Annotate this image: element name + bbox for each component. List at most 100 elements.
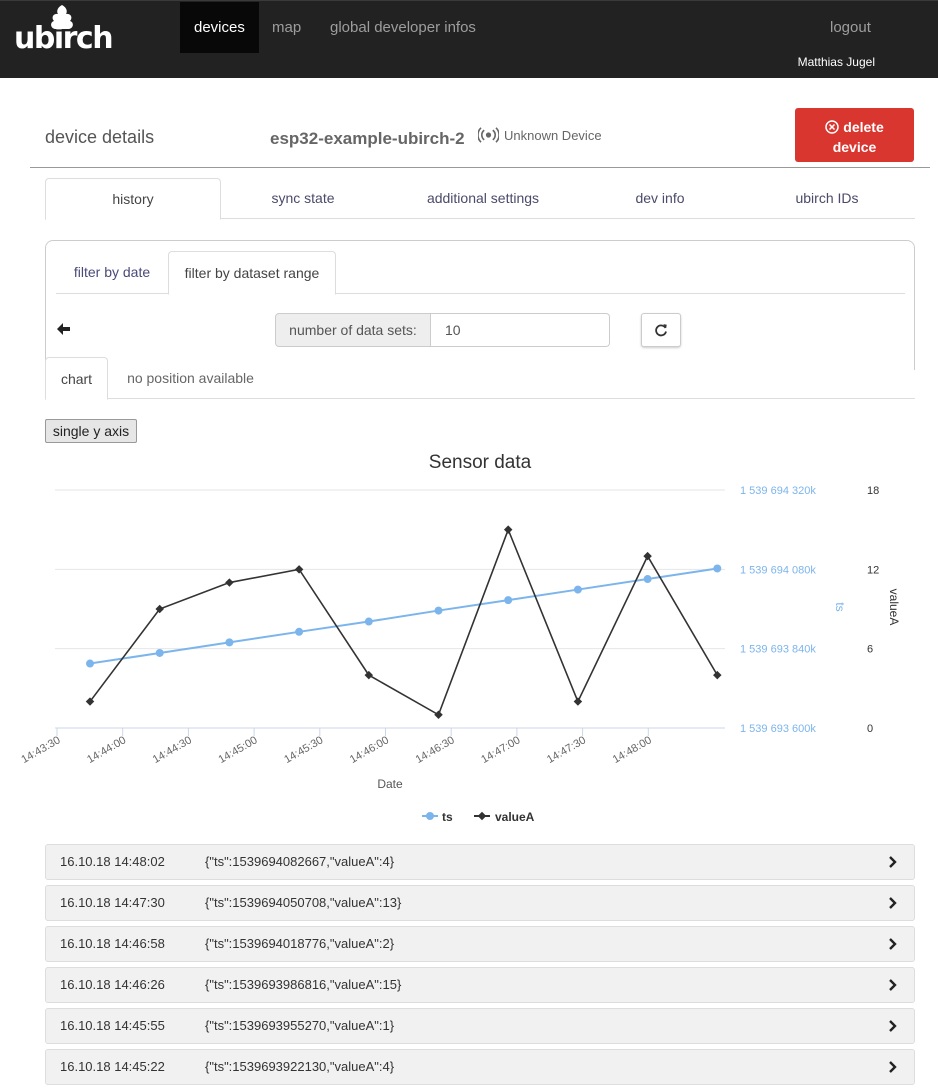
point-valuea xyxy=(573,697,583,706)
record-row[interactable]: 16.10.18 14:45:22 {"ts":1539693922130,"va… xyxy=(45,1049,915,1085)
record-date: 16.10.18 14:46:58 xyxy=(60,936,165,951)
nav-map[interactable]: map xyxy=(258,2,315,53)
sensor-data-chart: Sensor data 0014:43:3014:44:0014:44:3014… xyxy=(19,452,901,824)
point-ts xyxy=(434,606,443,615)
ubirch-logo[interactable]: ubirch xyxy=(14,5,114,57)
tab-additional-settings[interactable]: additional settings xyxy=(411,178,555,219)
chart-series xyxy=(85,525,722,720)
point-valuea xyxy=(713,670,722,680)
dataset-count-label: number of data sets: xyxy=(275,313,431,347)
y-axes: 1 539 693 600k 1 539 693 840k 1 539 694 08… xyxy=(740,485,879,735)
dataset-count-input[interactable]: 10 xyxy=(431,313,610,347)
point-ts xyxy=(573,585,582,594)
record-date: 16.10.18 14:46:26 xyxy=(60,977,165,992)
point-valuea xyxy=(364,670,374,680)
filter-tabs: filter by date filter by dataset range xyxy=(56,251,905,295)
x-tick-label: 14:47:30 xyxy=(545,734,588,766)
y-tick-label-ts: 1 539 694 080k xyxy=(740,564,816,576)
tab-dev-info[interactable]: dev info xyxy=(605,178,715,219)
user-name: Matthias Jugel xyxy=(797,55,875,69)
tab-history[interactable]: history xyxy=(45,178,221,220)
y-tick-label-valuea: 12 xyxy=(867,564,879,576)
y-tick-label-valuea: 18 xyxy=(867,485,879,497)
record-json: {"ts":1539694050708,"valueA":13} xyxy=(205,895,402,910)
legend-item-ts[interactable]: ts xyxy=(422,810,453,824)
tab-no-position-available[interactable]: no position available xyxy=(116,357,265,399)
chart-legend[interactable]: ts valueA xyxy=(422,810,535,824)
x-tick-label: 14:46:30 xyxy=(414,734,457,766)
y-tick-label-ts: 1 539 693 840k xyxy=(740,644,816,656)
tab-ubirch-ids[interactable]: ubirch IDs xyxy=(765,178,889,219)
device-type: Unknown Device xyxy=(478,127,602,143)
point-ts xyxy=(643,575,652,584)
legend-marker-valuea xyxy=(477,811,487,821)
main-tabs: history sync state additional settings d… xyxy=(45,178,915,220)
tab-sync-state[interactable]: sync state xyxy=(245,178,361,219)
nav-devices[interactable]: devices xyxy=(180,2,259,53)
device-type-label: Unknown Device xyxy=(504,127,602,143)
refresh-button[interactable] xyxy=(641,313,681,347)
record-row[interactable]: 16.10.18 14:46:26 {"ts":1539693986816,"va… xyxy=(45,967,915,1003)
chevron-right-icon xyxy=(889,1061,897,1073)
header-divider xyxy=(30,167,930,168)
legend-label-valuea: valueA xyxy=(495,810,535,824)
x-tick-label: 14:46:00 xyxy=(348,734,391,766)
y-tick-label-ts: 1 539 693 600k xyxy=(740,723,816,735)
chevron-right-icon xyxy=(889,897,897,909)
x-tick-label: 14:45:30 xyxy=(282,734,325,766)
legend-item-valuea[interactable]: valueA xyxy=(474,810,535,824)
point-ts xyxy=(364,617,373,626)
record-json: {"ts":1539694018776,"valueA":2} xyxy=(205,936,395,951)
record-row[interactable]: 16.10.18 14:47:30 {"ts":1539694050708,"va… xyxy=(45,885,915,921)
series-line-ts xyxy=(89,567,718,665)
tab-filter-by-date[interactable]: filter by date xyxy=(56,251,168,294)
x-tick-label: 14:44:00 xyxy=(85,734,128,766)
y-tick-label-valuea: 0 xyxy=(867,723,873,735)
delete-device-button[interactable]: delete device xyxy=(795,108,914,162)
x-tick-label: 14:44:30 xyxy=(151,734,194,766)
tab-chart[interactable]: chart xyxy=(45,357,108,400)
broadcast-icon xyxy=(478,127,499,143)
device-name: esp32-example-ubirch-2 xyxy=(270,129,465,148)
x-tick-label: 14:48:00 xyxy=(611,734,654,766)
x-tick-label: 14:47:00 xyxy=(479,734,522,766)
point-ts xyxy=(295,627,304,636)
arrow-left-icon[interactable] xyxy=(55,320,73,338)
single-y-axis-button[interactable]: single y axis xyxy=(45,419,137,443)
record-date: 16.10.18 14:45:55 xyxy=(60,1018,165,1033)
point-ts xyxy=(713,564,722,573)
refresh-icon xyxy=(655,324,667,337)
record-json: {"ts":1539693986816,"valueA":15} xyxy=(205,977,402,992)
chevron-right-icon xyxy=(889,856,897,868)
point-valuea xyxy=(643,551,652,561)
y-axis-title-valuea: valueA xyxy=(887,589,901,626)
chevron-right-icon xyxy=(889,979,897,991)
page-title: device details xyxy=(45,127,155,147)
top-navbar: ubirch devices map global developer info… xyxy=(0,0,938,78)
chart-title: Sensor data xyxy=(429,452,532,473)
x-axis-title: Date xyxy=(377,777,403,791)
tab-filter-by-dataset-range[interactable]: filter by dataset range xyxy=(168,251,336,295)
chart-tabs: chart no position available xyxy=(45,357,915,400)
y-axis-title-ts: ts xyxy=(833,602,847,611)
chevron-right-icon xyxy=(889,938,897,950)
delete-label-line1: delete xyxy=(843,119,884,135)
record-json: {"ts":1539693955270,"valueA":1} xyxy=(205,1018,395,1033)
record-row[interactable]: 16.10.18 14:48:02 {"ts":1539694082667,"va… xyxy=(45,844,915,880)
record-date: 16.10.18 14:47:30 xyxy=(60,895,165,910)
filter-panel: filter by date filter by dataset range xyxy=(45,240,915,370)
point-ts xyxy=(504,596,513,605)
point-valuea xyxy=(294,565,304,574)
record-date: 16.10.18 14:45:22 xyxy=(60,1059,165,1074)
x-axis: 0014:43:3014:44:0014:44:3014:45:0014:45:… xyxy=(19,728,654,766)
x-tick-label: 14:45:00 xyxy=(217,734,260,766)
record-row[interactable]: 16.10.18 14:45:55 {"ts":1539693955270,"va… xyxy=(45,1008,915,1044)
record-date: 16.10.18 14:48:02 xyxy=(60,854,165,869)
logout-link[interactable]: logout xyxy=(816,2,885,53)
logo-text: ubirch xyxy=(14,21,114,56)
y-tick-label-ts: 1 539 694 320k xyxy=(740,485,816,497)
nav-global-developer-infos[interactable]: global developer infos xyxy=(316,2,490,53)
x-tick-label: 14:43:30 xyxy=(19,734,62,766)
record-row[interactable]: 16.10.18 14:46:58 {"ts":1539694018776,"va… xyxy=(45,926,915,962)
record-json: {"ts":1539693922130,"valueA":4} xyxy=(205,1059,395,1074)
